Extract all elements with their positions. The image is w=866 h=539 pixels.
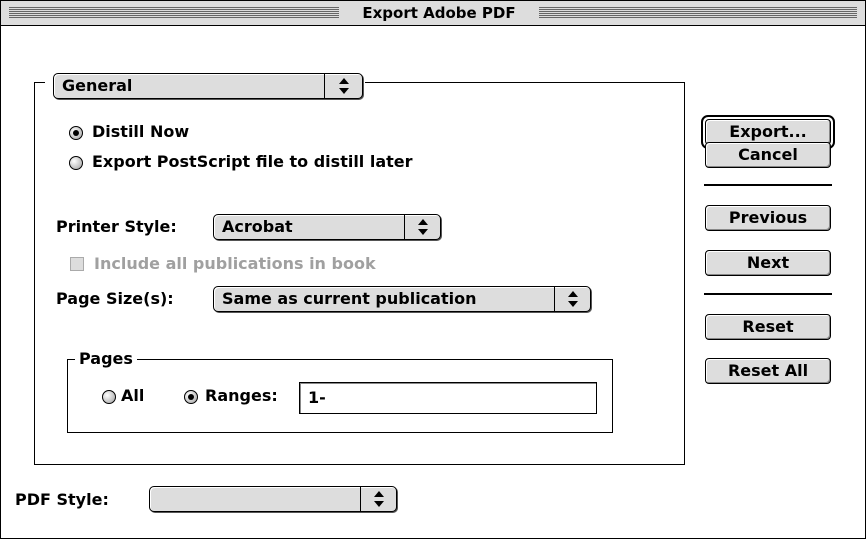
next-button[interactable]: Next <box>705 250 831 276</box>
button-separator <box>704 184 832 186</box>
cancel-button[interactable]: Cancel <box>705 142 831 168</box>
up-down-arrows-icon <box>374 491 384 507</box>
section-popup-value: General <box>62 76 133 95</box>
popup-divider <box>324 74 325 98</box>
up-down-arrows-icon <box>418 219 428 235</box>
distill-now-radio[interactable] <box>69 126 83 140</box>
up-down-arrows-icon <box>568 291 578 307</box>
title-bar-stripes-left <box>9 7 339 18</box>
pages-all-radio[interactable] <box>102 390 116 404</box>
button-separator <box>704 293 832 295</box>
ranges-input[interactable]: 1- <box>299 382 597 414</box>
printer-style-popup[interactable]: Acrobat <box>213 214 441 240</box>
page-size-label: Page Size(s): <box>56 289 174 308</box>
include-publications-checkbox[interactable] <box>70 257 84 271</box>
popup-divider <box>404 215 405 239</box>
include-publications-label: Include all publications in book <box>94 254 376 273</box>
pages-group-label: Pages <box>75 349 137 369</box>
up-down-arrows-icon <box>339 78 349 94</box>
reset-button[interactable]: Reset <box>705 314 831 340</box>
ranges-input-value: 1- <box>308 388 326 407</box>
printer-style-value: Acrobat <box>222 217 293 236</box>
pdf-style-label: PDF Style: <box>15 490 109 509</box>
pages-all-label[interactable]: All <box>121 386 144 406</box>
window-title: Export Adobe PDF <box>341 1 537 25</box>
title-bar[interactable]: Export Adobe PDF <box>1 1 865 26</box>
pages-ranges-radio[interactable] <box>184 390 198 404</box>
export-postscript-radio[interactable] <box>69 156 83 170</box>
page-size-popup[interactable]: Same as current publication <box>213 286 591 312</box>
distill-now-label[interactable]: Distill Now <box>92 122 189 142</box>
popup-divider <box>360 487 361 511</box>
printer-style-label: Printer Style: <box>56 217 177 236</box>
page-size-value: Same as current publication <box>222 289 477 308</box>
pages-ranges-label[interactable]: Ranges: <box>205 386 278 406</box>
export-postscript-label[interactable]: Export PostScript file to distill later <box>92 152 413 172</box>
reset-all-button[interactable]: Reset All <box>705 358 831 384</box>
export-pdf-dialog: Export Adobe PDF General Distill Now Exp… <box>0 0 866 539</box>
previous-button[interactable]: Previous <box>705 205 831 231</box>
pdf-style-popup[interactable] <box>149 486 397 512</box>
title-bar-stripes-right <box>539 7 857 18</box>
popup-divider <box>554 287 555 311</box>
section-popup[interactable]: General <box>53 73 363 99</box>
